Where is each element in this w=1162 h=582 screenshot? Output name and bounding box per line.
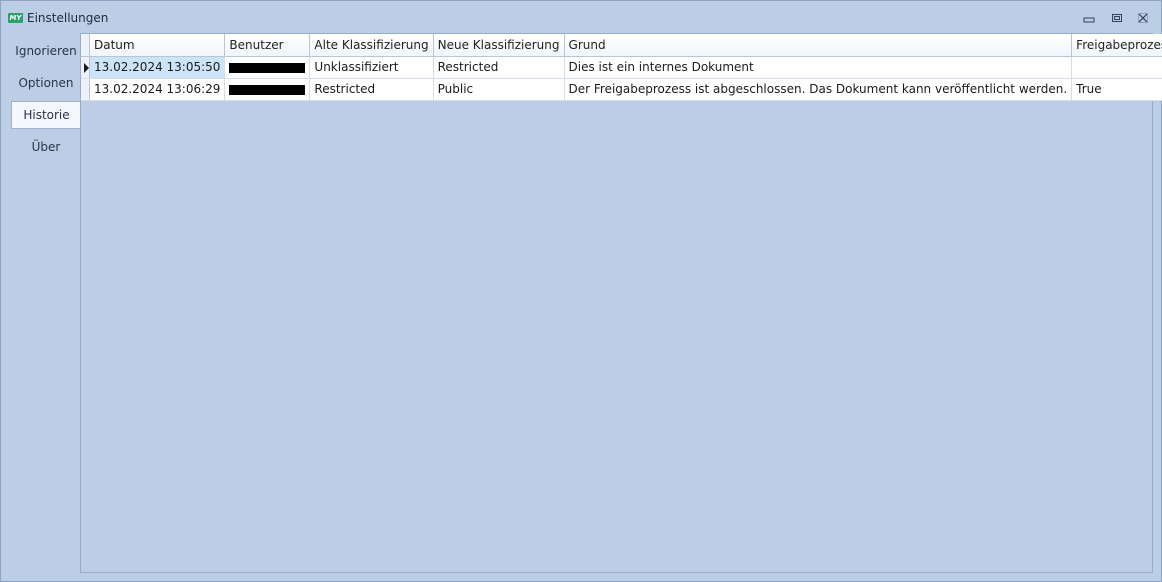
title-bar[interactable]: MY Einstellungen <box>1 1 1161 35</box>
cell-alte-klassifizierung[interactable]: Unklassifiziert <box>309 56 434 79</box>
settings-window: MY Einstellungen Ignorieren Optionen His… <box>0 0 1162 582</box>
column-header-benutzer[interactable]: Benutzer <box>224 34 311 57</box>
history-table: Datum Benutzer Alte Klassifizierung Neue… <box>81 34 1162 101</box>
cell-neue-klassifizierung[interactable]: Public <box>433 78 565 101</box>
column-header-freigabeprozess[interactable]: Freigabeprozess <box>1071 34 1162 57</box>
cell-grund[interactable]: Der Freigabeprozess ist abgeschlossen. D… <box>564 78 1073 101</box>
redacted-user <box>229 62 306 73</box>
tab-ignorieren[interactable]: Ignorieren <box>11 35 81 67</box>
column-header-neue-klassifizierung[interactable]: Neue Klassifizierung <box>433 34 565 57</box>
minimize-icon <box>1083 13 1095 23</box>
cell-datum[interactable]: 13.02.2024 13:05:50 <box>89 56 226 79</box>
restore-icon <box>1111 12 1123 24</box>
cell-benutzer[interactable] <box>224 78 311 101</box>
row-header[interactable] <box>81 78 90 101</box>
history-grid[interactable]: Datum Benutzer Alte Klassifizierung Neue… <box>80 33 1162 573</box>
settings-tab-list: Ignorieren Optionen Historie Über <box>11 35 81 163</box>
cell-datum[interactable]: 13.02.2024 13:06:29 <box>89 78 226 101</box>
close-icon <box>1137 12 1149 24</box>
current-row-arrow-icon <box>84 62 89 73</box>
tab-ueber[interactable]: Über <box>11 131 81 163</box>
tab-historie[interactable]: Historie <box>11 101 81 129</box>
column-header-freigabeprozess-label: Freigabeprozess <box>1076 37 1162 52</box>
cell-freigabeprozess[interactable] <box>1071 56 1162 79</box>
minimize-button[interactable] <box>1079 9 1099 27</box>
column-header-grund[interactable]: Grund <box>564 34 1073 57</box>
cell-freigabeprozess[interactable]: True <box>1071 78 1162 101</box>
row-header[interactable] <box>81 56 90 79</box>
restore-button[interactable] <box>1107 9 1127 27</box>
cell-alte-klassifizierung[interactable]: Restricted <box>309 78 434 101</box>
app-logo-icon: MY <box>8 13 23 23</box>
redacted-user <box>229 84 306 95</box>
tab-optionen[interactable]: Optionen <box>11 67 81 99</box>
column-header-datum[interactable]: Datum <box>89 34 226 57</box>
header-row: Datum Benutzer Alte Klassifizierung Neue… <box>81 34 1162 57</box>
table-row[interactable]: 13.02.2024 13:05:50 Unklassifiziert Rest… <box>81 56 1162 79</box>
row-header-corner[interactable] <box>81 34 90 57</box>
cell-benutzer[interactable] <box>224 56 311 79</box>
column-header-alte-klassifizierung[interactable]: Alte Klassifizierung <box>309 34 434 57</box>
close-button[interactable] <box>1133 9 1153 27</box>
cell-grund[interactable]: Dies ist ein internes Dokument <box>564 56 1073 79</box>
window-title: Einstellungen <box>27 11 109 25</box>
cell-neue-klassifizierung[interactable]: Restricted <box>433 56 565 79</box>
table-row[interactable]: 13.02.2024 13:06:29 Restricted Public De… <box>81 78 1162 101</box>
